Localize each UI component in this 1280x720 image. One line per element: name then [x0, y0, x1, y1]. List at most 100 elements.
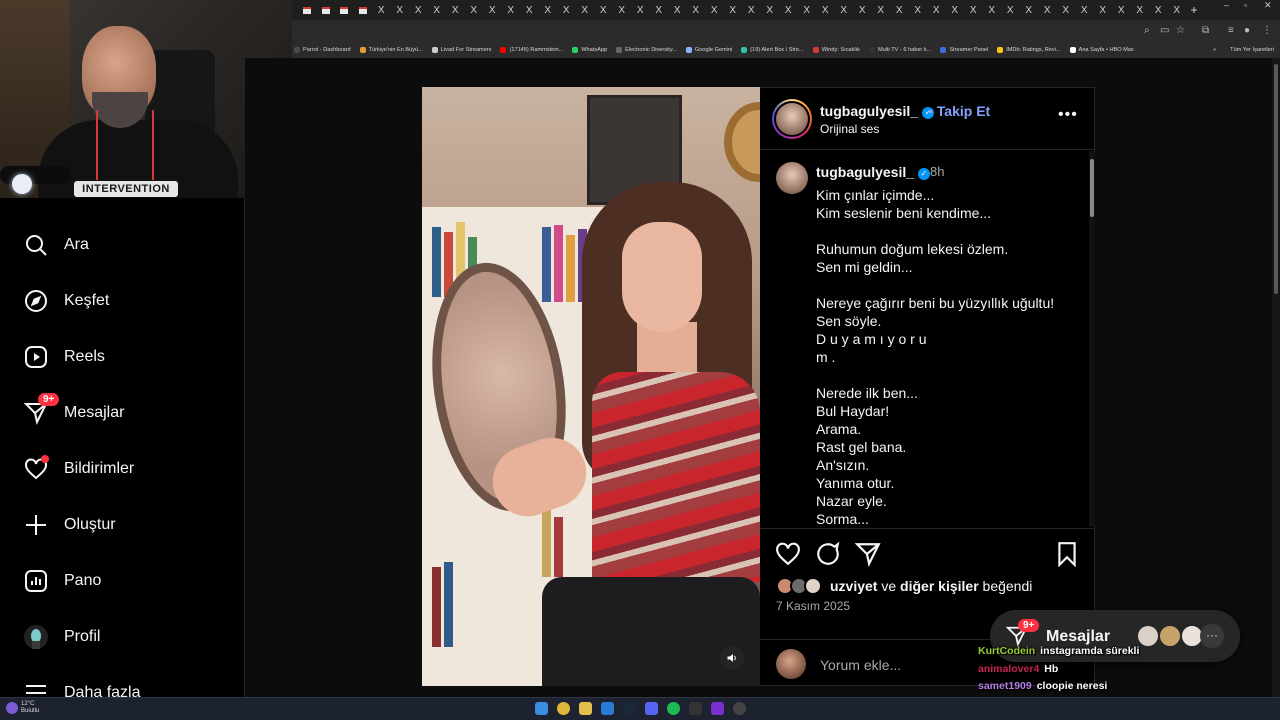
browser-tab[interactable]: X — [761, 3, 780, 17]
new-tab-button[interactable]: + — [1186, 3, 1202, 17]
browser-tab[interactable]: X — [742, 3, 761, 17]
browser-tab[interactable]: X — [1149, 3, 1168, 17]
browser-tab[interactable]: X — [1038, 3, 1057, 17]
sidebar-item-profile[interactable]: Profil — [24, 622, 234, 652]
browser-tab[interactable]: X — [1112, 3, 1131, 17]
browser-tab[interactable]: X — [946, 3, 965, 17]
browser-tab[interactable]: X — [853, 3, 872, 17]
browser-tab[interactable]: X — [631, 3, 650, 17]
streamer-app-icon[interactable] — [711, 702, 724, 715]
bookmark-item[interactable]: Multi TV - 6 haber k... — [868, 47, 931, 53]
zoom-icon[interactable]: ⌕ — [1144, 25, 1150, 36]
bookmark-item[interactable]: Google Gemini — [685, 47, 732, 53]
browser-tab[interactable]: X — [1001, 3, 1020, 17]
browser-tab[interactable]: X — [779, 3, 798, 17]
more-options-icon[interactable]: ••• — [1058, 106, 1078, 124]
browser-tab[interactable]: X — [483, 3, 502, 17]
browser-tab[interactable]: X — [835, 3, 854, 17]
cast-icon[interactable]: ▭ — [1160, 25, 1169, 36]
browser-tab[interactable]: X — [650, 3, 669, 17]
browser-tab[interactable]: X — [502, 3, 521, 17]
obs-icon[interactable] — [733, 702, 746, 715]
caption-username[interactable]: tugbagulyesil_ ✓ — [816, 164, 931, 180]
scrollbar-thumb[interactable] — [1274, 64, 1278, 294]
follow-button[interactable]: • Takip Et — [928, 103, 990, 119]
caption-scrollbar[interactable] — [1089, 151, 1095, 527]
bookmarks-overflow-button[interactable]: » — [1213, 47, 1216, 53]
profile-icon[interactable]: ● — [1244, 25, 1250, 36]
browser-tab[interactable]: X — [1131, 3, 1150, 17]
browser-tab[interactable] — [298, 3, 317, 17]
browser-tab[interactable]: X — [1168, 3, 1187, 17]
mute-button[interactable] — [720, 646, 744, 670]
start-icon[interactable] — [535, 702, 548, 715]
bookmark-item[interactable]: (19) Alert Box / Stre... — [741, 47, 804, 53]
sidebar-item-create[interactable]: Oluştur — [24, 510, 234, 540]
browser-tab[interactable]: X — [557, 3, 576, 17]
bookmark-item[interactable]: WhatsApp — [572, 47, 607, 53]
edge-icon[interactable] — [601, 702, 614, 715]
browser-tab[interactable]: X — [927, 3, 946, 17]
bookmark-item[interactable]: Türkiye'nin En Büyü... — [359, 47, 423, 53]
browser-tab[interactable]: X — [409, 3, 428, 17]
bookmark-item[interactable]: (17145) Rammstein... — [500, 47, 563, 53]
extensions-icon[interactable]: ⧉ — [1202, 25, 1209, 36]
bookmark-item[interactable]: Windy: Sıcaklık — [812, 47, 860, 53]
chrome-icon[interactable] — [557, 702, 570, 715]
minimize-button[interactable]: – — [1224, 0, 1229, 10]
weather-widget[interactable]: 12°C Bulutlu — [6, 701, 39, 715]
browser-tab[interactable]: X — [539, 3, 558, 17]
browser-tab[interactable]: X — [446, 3, 465, 17]
audio-label[interactable]: Orijinal ses — [820, 122, 879, 136]
star-icon[interactable]: ☆ — [1176, 25, 1185, 36]
browser-tab[interactable]: X — [872, 3, 891, 17]
browser-tab[interactable]: X — [391, 3, 410, 17]
browser-tab[interactable]: X — [1094, 3, 1113, 17]
bookmark-item[interactable]: Electronic Diversity... — [616, 47, 677, 53]
maximize-button[interactable]: ▫ — [1244, 0, 1247, 10]
all-bookmarks-button[interactable]: Tüm Yer İşaretleri — [1230, 47, 1274, 53]
bookmark-item[interactable]: Ana Sayfa • HBO Max — [1069, 47, 1134, 53]
browser-tab[interactable]: X — [890, 3, 909, 17]
epic-icon[interactable] — [689, 702, 702, 715]
bookmark-item[interactable]: Streamer Panel — [940, 47, 988, 53]
liked-by-avatars[interactable] — [776, 577, 828, 595]
author-avatar[interactable] — [772, 99, 812, 139]
comment-icon[interactable] — [815, 541, 841, 567]
browser-tab[interactable]: X — [687, 3, 706, 17]
browser-tab[interactable]: X — [613, 3, 632, 17]
save-icon[interactable] — [1054, 541, 1080, 568]
browser-tab[interactable]: X — [520, 3, 539, 17]
browser-tab[interactable]: X — [668, 3, 687, 17]
browser-tab[interactable]: X — [705, 3, 724, 17]
sidebar-item-messages[interactable]: 9+ Mesajlar — [23, 393, 234, 428]
browser-tab[interactable]: X — [909, 3, 928, 17]
sidebar-item-explore[interactable]: Keşfet — [24, 286, 234, 316]
sidebar-item-search[interactable]: Ara — [24, 230, 234, 260]
steam-icon[interactable] — [623, 702, 636, 715]
browser-tab[interactable]: X — [1075, 3, 1094, 17]
spotify-icon[interactable] — [667, 702, 680, 715]
browser-tab[interactable]: X — [465, 3, 484, 17]
sidebar-item-reels[interactable]: Reels — [24, 342, 234, 372]
author-username[interactable]: tugbagulyesil_ ✓ — [820, 103, 935, 119]
comment-input[interactable] — [820, 653, 970, 677]
browser-tab[interactable]: X — [594, 3, 613, 17]
browser-tab[interactable]: X — [428, 3, 447, 17]
browser-tab[interactable]: X — [983, 3, 1002, 17]
browser-tab[interactable]: X — [816, 3, 835, 17]
likes-summary[interactable]: uzviyet ve diğer kişiler beğendi — [830, 578, 1032, 594]
close-window-button[interactable]: ✕ — [1264, 0, 1272, 11]
browser-tab[interactable]: X — [576, 3, 595, 17]
browser-tab[interactable] — [354, 3, 373, 17]
downloads-icon[interactable]: ≡ — [1228, 25, 1234, 36]
bookmark-item[interactable]: IMDb: Ratings, Revi... — [997, 47, 1061, 53]
browser-tab[interactable]: X — [964, 3, 983, 17]
bookmark-item[interactable]: Parrot - Dashboard — [294, 47, 351, 53]
page-scrollbar[interactable] — [1272, 58, 1280, 697]
like-icon[interactable] — [775, 541, 801, 567]
browser-tab[interactable] — [335, 3, 354, 17]
browser-menu-icon[interactable]: ⋮ — [1262, 25, 1272, 36]
sidebar-item-notifications[interactable]: Bildirimler — [24, 454, 234, 484]
reel-video[interactable] — [422, 87, 760, 686]
